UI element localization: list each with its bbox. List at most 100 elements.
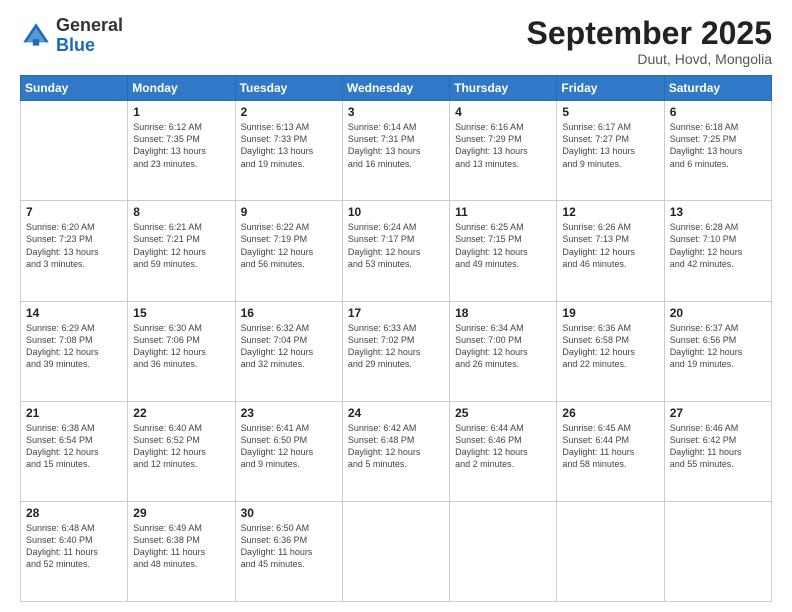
day-number: 15	[133, 306, 229, 320]
day-info: Sunrise: 6:24 AM Sunset: 7:17 PM Dayligh…	[348, 221, 444, 270]
day-info: Sunrise: 6:25 AM Sunset: 7:15 PM Dayligh…	[455, 221, 551, 270]
day-info: Sunrise: 6:26 AM Sunset: 7:13 PM Dayligh…	[562, 221, 658, 270]
table-cell	[664, 501, 771, 601]
day-number: 21	[26, 406, 122, 420]
col-thursday: Thursday	[450, 76, 557, 101]
day-number: 29	[133, 506, 229, 520]
day-number: 6	[670, 105, 766, 119]
table-cell: 3 Sunrise: 6:14 AM Sunset: 7:31 PM Daylig…	[342, 101, 449, 201]
table-cell: 19Sunrise: 6:36 AM Sunset: 6:58 PM Dayli…	[557, 301, 664, 401]
table-cell	[450, 501, 557, 601]
logo-icon	[20, 20, 52, 52]
col-sunday: Sunday	[21, 76, 128, 101]
day-info: Sunrise: 6:46 AM Sunset: 6:42 PM Dayligh…	[670, 422, 766, 471]
table-cell: 11 Sunrise: 6:25 AM Sunset: 7:15 PM Dayli…	[450, 201, 557, 301]
calendar-header-row: Sunday Monday Tuesday Wednesday Thursday…	[21, 76, 772, 101]
table-cell: 5 Sunrise: 6:17 AM Sunset: 7:27 PM Daylig…	[557, 101, 664, 201]
table-cell: 24 Sunrise: 6:42 AM Sunset: 6:48 PM Dayli…	[342, 401, 449, 501]
day-info: Sunrise: 6:17 AM Sunset: 7:27 PM Dayligh…	[562, 121, 658, 170]
day-info: Sunrise: 6:12 AM Sunset: 7:35 PM Dayligh…	[133, 121, 229, 170]
day-number: 19	[562, 306, 658, 320]
table-cell: 4Sunrise: 6:16 AM Sunset: 7:29 PM Daylig…	[450, 101, 557, 201]
calendar-week-row: 28 Sunrise: 6:48 AM Sunset: 6:40 PM Dayli…	[21, 501, 772, 601]
day-info: Sunrise: 6:42 AM Sunset: 6:48 PM Dayligh…	[348, 422, 444, 471]
day-number: 9	[241, 205, 337, 219]
day-number: 22	[133, 406, 229, 420]
day-info: Sunrise: 6:45 AM Sunset: 6:44 PM Dayligh…	[562, 422, 658, 471]
day-number: 14	[26, 306, 122, 320]
table-cell: 28 Sunrise: 6:48 AM Sunset: 6:40 PM Dayli…	[21, 501, 128, 601]
table-cell: 7 Sunrise: 6:20 AM Sunset: 7:23 PM Daylig…	[21, 201, 128, 301]
table-cell: 25 Sunrise: 6:44 AM Sunset: 6:46 PM Dayli…	[450, 401, 557, 501]
table-cell	[557, 501, 664, 601]
col-friday: Friday	[557, 76, 664, 101]
table-cell: 8 Sunrise: 6:21 AM Sunset: 7:21 PM Daylig…	[128, 201, 235, 301]
day-number: 28	[26, 506, 122, 520]
logo-general: General	[56, 15, 123, 35]
calendar-week-row: 7 Sunrise: 6:20 AM Sunset: 7:23 PM Daylig…	[21, 201, 772, 301]
title-area: September 2025 Duut, Hovd, Mongolia	[527, 16, 772, 67]
day-number: 11	[455, 205, 551, 219]
day-number: 25	[455, 406, 551, 420]
col-tuesday: Tuesday	[235, 76, 342, 101]
table-cell: 1Sunrise: 6:12 AM Sunset: 7:35 PM Daylig…	[128, 101, 235, 201]
day-number: 10	[348, 205, 444, 219]
table-cell: 10 Sunrise: 6:24 AM Sunset: 7:17 PM Dayli…	[342, 201, 449, 301]
page: General Blue September 2025 Duut, Hovd, …	[0, 0, 792, 612]
calendar-table: Sunday Monday Tuesday Wednesday Thursday…	[20, 75, 772, 602]
day-info: Sunrise: 6:48 AM Sunset: 6:40 PM Dayligh…	[26, 522, 122, 571]
table-cell: 6Sunrise: 6:18 AM Sunset: 7:25 PM Daylig…	[664, 101, 771, 201]
day-info: Sunrise: 6:28 AM Sunset: 7:10 PM Dayligh…	[670, 221, 766, 270]
table-cell: 9 Sunrise: 6:22 AM Sunset: 7:19 PM Daylig…	[235, 201, 342, 301]
day-info: Sunrise: 6:37 AM Sunset: 6:56 PM Dayligh…	[670, 322, 766, 371]
calendar-week-row: 1Sunrise: 6:12 AM Sunset: 7:35 PM Daylig…	[21, 101, 772, 201]
day-number: 17	[348, 306, 444, 320]
day-info: Sunrise: 6:34 AM Sunset: 7:00 PM Dayligh…	[455, 322, 551, 371]
table-cell: 16 Sunrise: 6:32 AM Sunset: 7:04 PM Dayli…	[235, 301, 342, 401]
calendar-week-row: 14Sunrise: 6:29 AM Sunset: 7:08 PM Dayli…	[21, 301, 772, 401]
day-number: 13	[670, 205, 766, 219]
table-cell: 13 Sunrise: 6:28 AM Sunset: 7:10 PM Dayli…	[664, 201, 771, 301]
header: General Blue September 2025 Duut, Hovd, …	[20, 16, 772, 67]
col-monday: Monday	[128, 76, 235, 101]
logo: General Blue	[20, 16, 123, 56]
day-info: Sunrise: 6:22 AM Sunset: 7:19 PM Dayligh…	[241, 221, 337, 270]
calendar-week-row: 21 Sunrise: 6:38 AM Sunset: 6:54 PM Dayli…	[21, 401, 772, 501]
day-info: Sunrise: 6:13 AM Sunset: 7:33 PM Dayligh…	[241, 121, 337, 170]
day-info: Sunrise: 6:30 AM Sunset: 7:06 PM Dayligh…	[133, 322, 229, 371]
day-number: 24	[348, 406, 444, 420]
day-number: 30	[241, 506, 337, 520]
table-cell: 29 Sunrise: 6:49 AM Sunset: 6:38 PM Dayli…	[128, 501, 235, 601]
day-number: 8	[133, 205, 229, 219]
logo-text: General Blue	[56, 16, 123, 56]
day-number: 27	[670, 406, 766, 420]
table-cell	[342, 501, 449, 601]
day-number: 16	[241, 306, 337, 320]
day-number: 23	[241, 406, 337, 420]
day-info: Sunrise: 6:20 AM Sunset: 7:23 PM Dayligh…	[26, 221, 122, 270]
day-info: Sunrise: 6:32 AM Sunset: 7:04 PM Dayligh…	[241, 322, 337, 371]
subtitle: Duut, Hovd, Mongolia	[527, 51, 772, 67]
day-number: 3	[348, 105, 444, 119]
day-info: Sunrise: 6:44 AM Sunset: 6:46 PM Dayligh…	[455, 422, 551, 471]
day-info: Sunrise: 6:41 AM Sunset: 6:50 PM Dayligh…	[241, 422, 337, 471]
day-number: 7	[26, 205, 122, 219]
day-info: Sunrise: 6:50 AM Sunset: 6:36 PM Dayligh…	[241, 522, 337, 571]
logo-blue: Blue	[56, 35, 95, 55]
day-info: Sunrise: 6:49 AM Sunset: 6:38 PM Dayligh…	[133, 522, 229, 571]
day-number: 5	[562, 105, 658, 119]
table-cell: 2 Sunrise: 6:13 AM Sunset: 7:33 PM Daylig…	[235, 101, 342, 201]
table-cell	[21, 101, 128, 201]
day-info: Sunrise: 6:14 AM Sunset: 7:31 PM Dayligh…	[348, 121, 444, 170]
table-cell: 17Sunrise: 6:33 AM Sunset: 7:02 PM Dayli…	[342, 301, 449, 401]
day-number: 12	[562, 205, 658, 219]
table-cell: 22 Sunrise: 6:40 AM Sunset: 6:52 PM Dayli…	[128, 401, 235, 501]
day-number: 2	[241, 105, 337, 119]
day-info: Sunrise: 6:21 AM Sunset: 7:21 PM Dayligh…	[133, 221, 229, 270]
day-info: Sunrise: 6:40 AM Sunset: 6:52 PM Dayligh…	[133, 422, 229, 471]
day-info: Sunrise: 6:38 AM Sunset: 6:54 PM Dayligh…	[26, 422, 122, 471]
table-cell: 23 Sunrise: 6:41 AM Sunset: 6:50 PM Dayli…	[235, 401, 342, 501]
table-cell: 18Sunrise: 6:34 AM Sunset: 7:00 PM Dayli…	[450, 301, 557, 401]
table-cell: 20Sunrise: 6:37 AM Sunset: 6:56 PM Dayli…	[664, 301, 771, 401]
day-number: 26	[562, 406, 658, 420]
